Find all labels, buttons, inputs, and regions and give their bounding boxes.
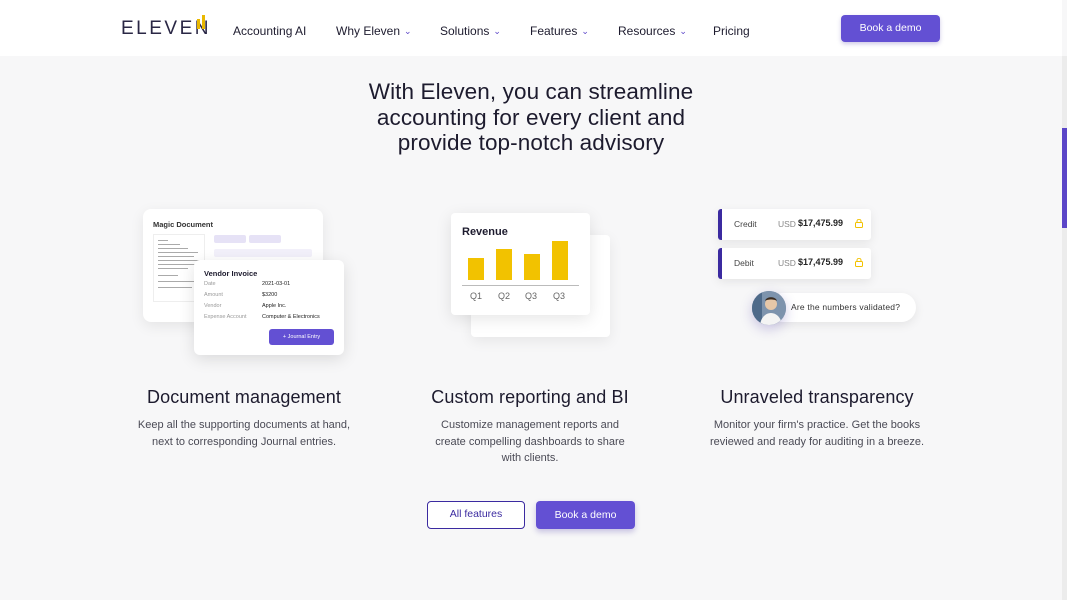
hero-line: accounting for every client and <box>376 104 686 130</box>
feature-line: reviewed and ready for auditing in a bre… <box>709 435 925 448</box>
ledger-label: Debit <box>734 258 754 268</box>
chart-axis <box>462 285 579 286</box>
field-label: Amount <box>204 292 223 298</box>
feature-line: with clients. <box>501 452 559 464</box>
debit-row: Debit USD $17,475.99 <box>718 248 871 279</box>
feature-description: Customize management reports and create … <box>410 417 650 467</box>
field-label: Expense Account <box>204 314 247 320</box>
chevron-down-icon: ⌄ <box>493 26 501 36</box>
all-features-button[interactable]: All features <box>427 501 525 529</box>
chevron-down-icon: ⌄ <box>581 26 589 36</box>
feature-title: Unraveled transparency <box>720 387 914 407</box>
feature-title: Document management <box>146 387 341 407</box>
chevron-down-icon: ⌄ <box>679 26 687 36</box>
feature-description: Monitor your firm's practice. Get the bo… <box>697 417 937 450</box>
ledger-amount: $17,475.99 <box>798 257 844 267</box>
scrollbar-thumb[interactable] <box>1062 128 1067 228</box>
revenue-chart-card: Revenue Q1 Q2 Q3 Q3 <box>451 213 590 315</box>
placeholder-field <box>214 249 312 257</box>
hero-heading: With Eleven, you can streamline accounti… <box>330 79 732 156</box>
x-tick-label: Q3 <box>524 291 537 301</box>
nav-solutions[interactable]: Solutions ⌄ <box>440 24 501 38</box>
field-value: Apple Inc. <box>262 303 287 309</box>
revenue-bar <box>524 254 540 280</box>
nav-why-eleven[interactable]: Why Eleven ⌄ <box>336 24 412 38</box>
ledger-currency: USD <box>778 258 796 268</box>
feature-line: next to corresponding Journal entries. <box>151 435 337 448</box>
nav-features[interactable]: Features ⌄ <box>530 24 589 38</box>
x-tick-label: Q3 <box>552 291 565 301</box>
feature-description: Keep all the supporting documents at han… <box>124 417 364 450</box>
feature-line: Keep all the supporting documents at han… <box>137 419 351 431</box>
credit-row: Credit USD $17,475.99 <box>718 209 871 240</box>
hero-line: With Eleven, you can streamline <box>368 79 694 104</box>
field-value: Computer & Electronics <box>262 314 320 320</box>
book-demo-nav-button[interactable]: Book a demo <box>841 15 940 42</box>
nav-accounting-ai[interactable]: Accounting AI <box>233 24 306 38</box>
feature-title: Custom reporting and BI <box>431 387 629 407</box>
revenue-bar <box>496 249 512 280</box>
placeholder-field <box>249 235 281 243</box>
ledger-label: Credit <box>734 219 757 229</box>
revenue-title: Revenue <box>462 226 508 238</box>
nav-resources[interactable]: Resources ⌄ <box>618 24 687 38</box>
field-value: $3200 <box>262 292 278 298</box>
hero-line: provide top-notch advisory <box>397 130 665 155</box>
magic-document-title: Magic Document <box>153 220 214 229</box>
x-tick-label: Q2 <box>497 291 510 301</box>
placeholder-field <box>214 235 246 243</box>
field-label: Vendor <box>204 303 222 309</box>
ledger-amount: $17,475.99 <box>798 218 844 228</box>
lock-icon <box>855 219 863 228</box>
revenue-bar <box>552 241 568 280</box>
feature-line: Customize management reports and <box>441 419 619 431</box>
nav-pricing[interactable]: Pricing <box>713 24 750 38</box>
avatar <box>752 291 786 325</box>
question-bubble: Are the numbers validated? <box>768 293 916 322</box>
journal-entry-button[interactable]: + Journal Entry <box>269 329 334 345</box>
top-navigation: ELEVEN Accounting AI Why Eleven ⌄ Solutio… <box>0 0 1062 56</box>
vendor-invoice-card: Vendor Invoice Date 2021-03-01 Amount $3… <box>194 260 344 355</box>
chevron-down-icon: ⌄ <box>404 26 412 36</box>
field-value: 2021-03-01 <box>262 281 291 287</box>
vendor-invoice-title: Vendor Invoice <box>204 269 258 278</box>
feature-line: create compelling dashboards to share <box>435 435 625 448</box>
logo-mark-icon <box>197 15 206 29</box>
x-tick-label: Q1 <box>469 291 482 301</box>
book-demo-button[interactable]: Book a demo <box>536 501 635 529</box>
revenue-bar <box>468 258 484 280</box>
ledger-currency: USD <box>778 219 796 229</box>
field-label: Date <box>204 281 216 287</box>
feature-line: Monitor your firm's practice. Get the bo… <box>713 419 921 431</box>
lock-icon <box>855 258 863 267</box>
